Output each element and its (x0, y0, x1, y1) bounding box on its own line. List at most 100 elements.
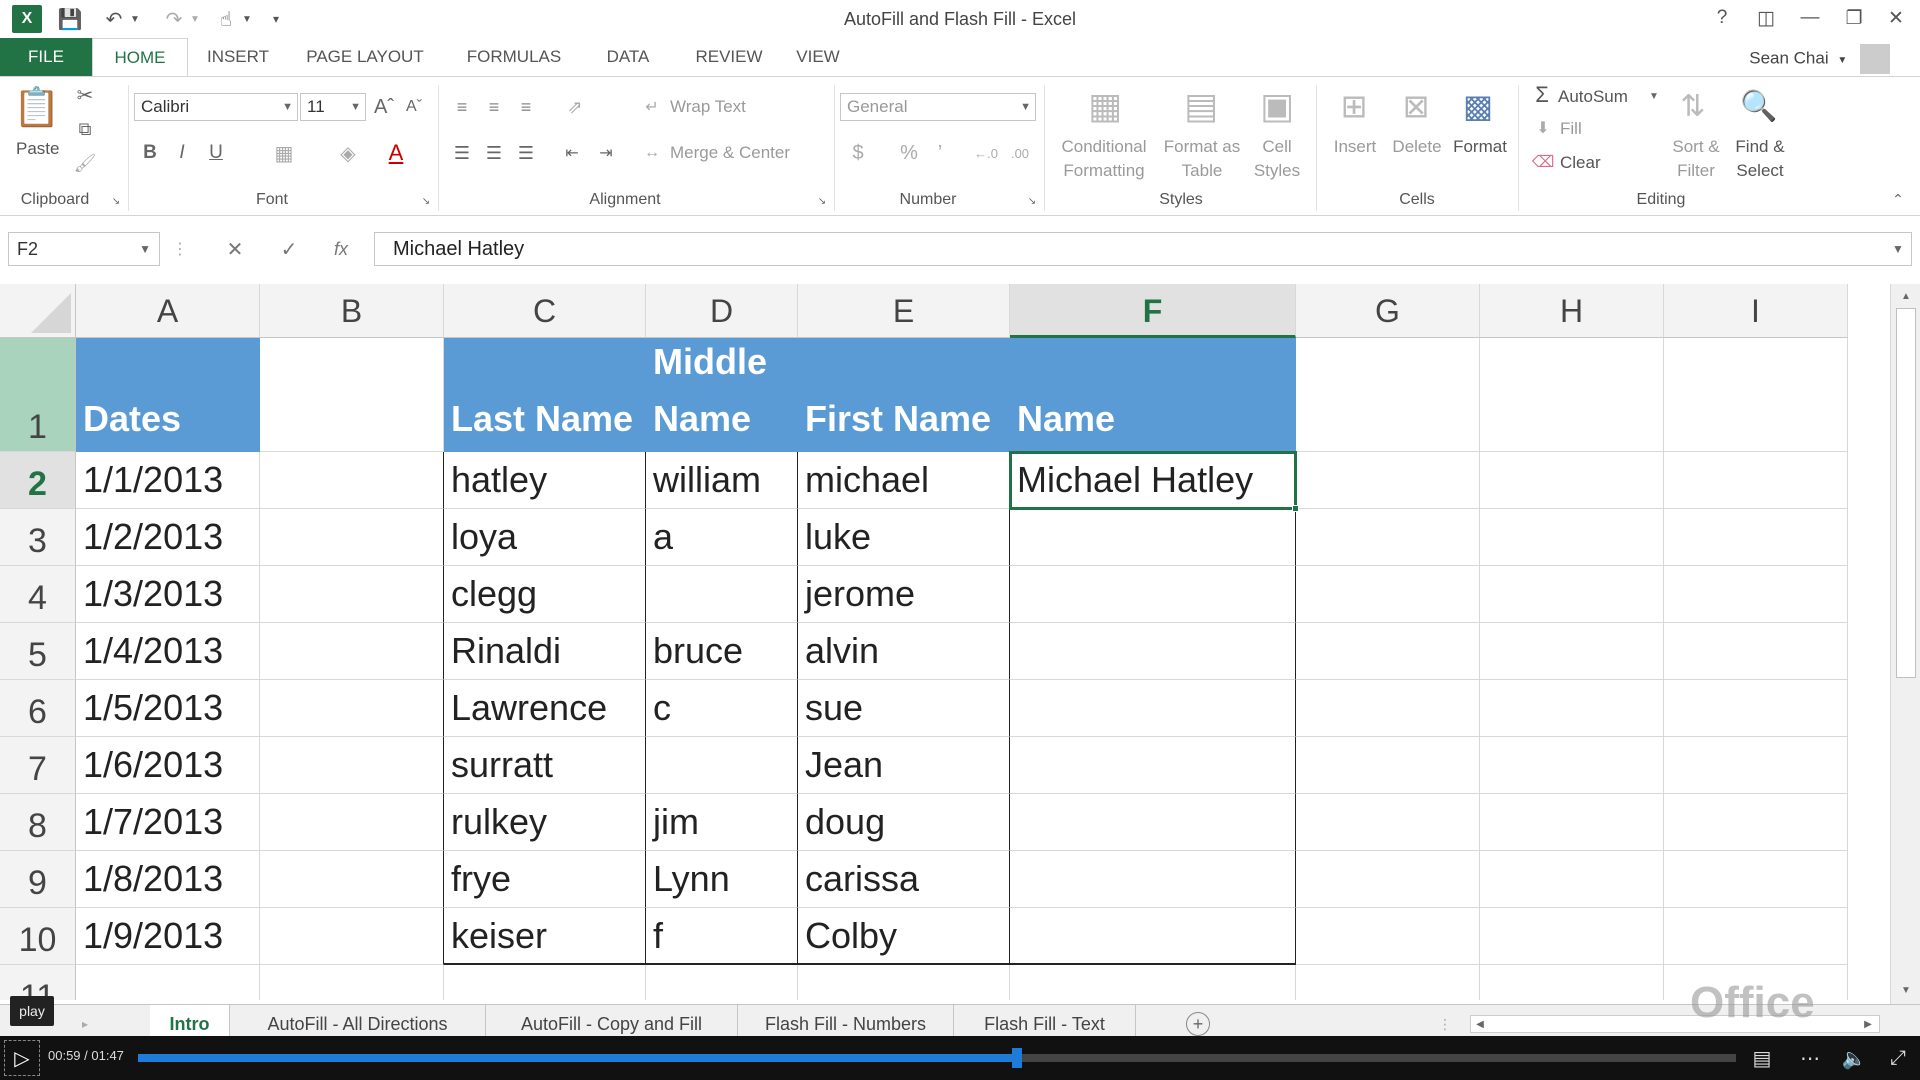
ribbon-display-icon[interactable]: ◫ (1748, 4, 1784, 32)
row-header-7[interactable]: 7 (0, 737, 76, 794)
cell-c5[interactable]: Rinaldi (444, 623, 646, 680)
header-cell-f[interactable]: Name (1010, 338, 1296, 452)
scroll-left-icon[interactable]: ◀ (1471, 1016, 1489, 1032)
cell-c11[interactable] (444, 965, 646, 1000)
find-select-label-2[interactable]: Select (1728, 161, 1792, 181)
cell-styles-icon[interactable]: ▣ (1254, 83, 1300, 129)
dialog-launcher-icon[interactable]: ↘ (110, 195, 122, 207)
cell-d4[interactable] (646, 566, 798, 623)
format-as-table-label-1[interactable]: Format as (1160, 137, 1244, 157)
format-as-table-label-2[interactable]: Table (1160, 161, 1244, 181)
row-header-6[interactable]: 6 (0, 680, 76, 737)
autosum-icon[interactable]: Σ (1530, 82, 1554, 107)
fill-handle[interactable] (1292, 505, 1299, 512)
cell-i7[interactable] (1664, 737, 1848, 794)
cell-f11[interactable] (1010, 965, 1296, 1000)
more-options-icon[interactable]: ⋯ (1796, 1046, 1824, 1070)
cell-h3[interactable] (1480, 509, 1664, 566)
wrap-text-icon[interactable]: ↵ (640, 95, 664, 119)
cell-a6[interactable]: 1/5/2013 (76, 680, 260, 737)
user-account[interactable]: Sean Chai ▼ (1749, 44, 1890, 74)
cell-c4[interactable]: clegg (444, 566, 646, 623)
merge-center-button[interactable]: Merge & Center (670, 143, 790, 163)
scroll-right-icon[interactable]: ▶ (1859, 1016, 1877, 1032)
cell-d7[interactable] (646, 737, 798, 794)
font-color-icon[interactable]: A (382, 139, 410, 167)
cell-a9[interactable]: 1/8/2013 (76, 851, 260, 908)
cell-d6[interactable]: c (646, 680, 798, 737)
paste-icon[interactable]: 📋 (13, 83, 60, 133)
insert-cells-button[interactable]: Insert (1330, 137, 1380, 157)
header-cell-c[interactable]: Last Name (444, 338, 646, 452)
cell-h9[interactable] (1480, 851, 1664, 908)
cell-h6[interactable] (1480, 680, 1664, 737)
cell-a10[interactable]: 1/9/2013 (76, 908, 260, 965)
cell-i5[interactable] (1664, 623, 1848, 680)
scroll-up-icon[interactable]: ▲ (1897, 288, 1915, 304)
cell-g8[interactable] (1296, 794, 1480, 851)
cell-f6[interactable] (1010, 680, 1296, 737)
cell-g11[interactable] (1296, 965, 1480, 1000)
tab-review[interactable]: REVIEW (684, 38, 774, 76)
decrease-indent-icon[interactable]: ⇤ (558, 139, 586, 167)
tab-file[interactable]: FILE (0, 38, 92, 76)
sort-filter-label-1[interactable]: Sort & (1664, 137, 1728, 157)
find-select-icon[interactable]: 🔍 (1736, 83, 1782, 129)
cell-b9[interactable] (260, 851, 444, 908)
column-header-b[interactable]: B (260, 284, 444, 338)
format-painter-icon[interactable]: 🖌 (72, 151, 98, 175)
tab-home[interactable]: HOME (92, 38, 188, 76)
format-cells-icon[interactable]: ▩ (1456, 83, 1500, 129)
insert-cells-icon[interactable]: ⊞ (1332, 83, 1376, 129)
volume-icon[interactable]: 🔈 (1840, 1046, 1868, 1070)
cell-f10[interactable] (1010, 908, 1296, 965)
clear-button[interactable]: Clear (1560, 153, 1601, 173)
cell-h1[interactable] (1480, 338, 1664, 452)
cell-e11[interactable] (798, 965, 1010, 1000)
cell-b3[interactable] (260, 509, 444, 566)
cell-i2[interactable] (1664, 452, 1848, 509)
align-top-icon[interactable]: ≡ (448, 93, 476, 121)
select-all-corner[interactable] (0, 284, 76, 338)
dialog-launcher-icon[interactable]: ↘ (420, 195, 432, 207)
percent-icon[interactable]: % (896, 139, 922, 167)
column-header-e[interactable]: E (798, 284, 1010, 338)
merge-center-icon[interactable]: ↔ (640, 141, 664, 165)
formula-input[interactable]: Michael Hatley (374, 232, 1912, 266)
row-header-5[interactable]: 5 (0, 623, 76, 680)
cell-c2[interactable]: hatley (444, 452, 646, 509)
cell-b4[interactable] (260, 566, 444, 623)
row-header-4[interactable]: 4 (0, 566, 76, 623)
cell-b7[interactable] (260, 737, 444, 794)
cell-c3[interactable]: loya (444, 509, 646, 566)
progress-bar[interactable] (138, 1048, 1736, 1068)
fill-color-icon[interactable]: ◈ (334, 139, 362, 167)
autosum-button[interactable]: AutoSum (1558, 87, 1628, 107)
increase-indent-icon[interactable]: ⇥ (592, 139, 620, 167)
borders-icon[interactable]: ▦ (270, 139, 298, 167)
header-cell-a[interactable]: Dates (76, 338, 260, 452)
row-header-9[interactable]: 9 (0, 851, 76, 908)
fill-button[interactable]: Fill (1560, 119, 1582, 139)
cell-h7[interactable] (1480, 737, 1664, 794)
progress-handle[interactable] (1011, 1048, 1022, 1068)
vertical-scrollbar[interactable]: ▲ ▼ (1890, 284, 1920, 1004)
cell-a8[interactable]: 1/7/2013 (76, 794, 260, 851)
cell-h11[interactable] (1480, 965, 1664, 1000)
column-header-i[interactable]: I (1664, 284, 1848, 338)
cell-a2[interactable]: 1/1/2013 (76, 452, 260, 509)
comma-icon[interactable]: ’ (930, 139, 950, 167)
cell-g4[interactable] (1296, 566, 1480, 623)
cell-h2[interactable] (1480, 452, 1664, 509)
cell-g5[interactable] (1296, 623, 1480, 680)
cell-g2[interactable] (1296, 452, 1480, 509)
cell-e2[interactable]: michael (798, 452, 1010, 509)
scroll-down-icon[interactable]: ▼ (1897, 982, 1915, 998)
close-icon[interactable]: ✕ (1878, 4, 1914, 32)
cell-d9[interactable]: Lynn (646, 851, 798, 908)
cell-a5[interactable]: 1/4/2013 (76, 623, 260, 680)
cell-c9[interactable]: frye (444, 851, 646, 908)
bold-icon[interactable]: B (138, 139, 162, 167)
cell-d5[interactable]: bruce (646, 623, 798, 680)
italic-icon[interactable]: I (170, 139, 194, 167)
